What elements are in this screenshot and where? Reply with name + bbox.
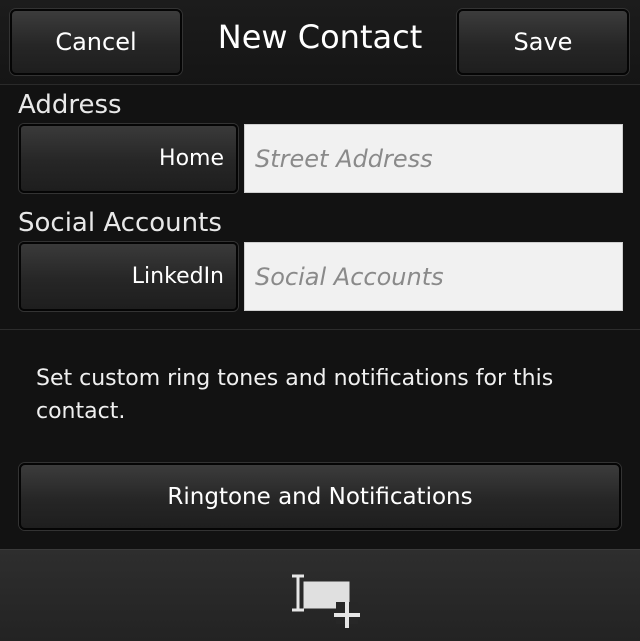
add-field-icon[interactable]	[290, 572, 360, 632]
ringtone-notifications-button[interactable]: Ringtone and Notifications	[19, 463, 621, 530]
save-button[interactable]: Save	[457, 9, 629, 75]
address-section-label: Address	[18, 90, 122, 120]
cancel-button[interactable]: Cancel	[10, 9, 182, 75]
street-address-input[interactable]	[253, 143, 622, 174]
title-bar: Cancel New Contact Save	[0, 0, 640, 85]
social-accounts-input[interactable]	[253, 261, 622, 292]
address-type-button[interactable]: Home	[19, 124, 238, 193]
page-title: New Contact	[217, 18, 423, 56]
social-accounts-field[interactable]	[244, 242, 623, 311]
social-account-type-button[interactable]: LinkedIn	[19, 242, 238, 311]
section-divider	[0, 329, 640, 330]
notifications-description: Set custom ring tones and notifications …	[36, 366, 554, 424]
street-address-field[interactable]	[244, 124, 623, 193]
social-accounts-section-label: Social Accounts	[18, 208, 222, 238]
